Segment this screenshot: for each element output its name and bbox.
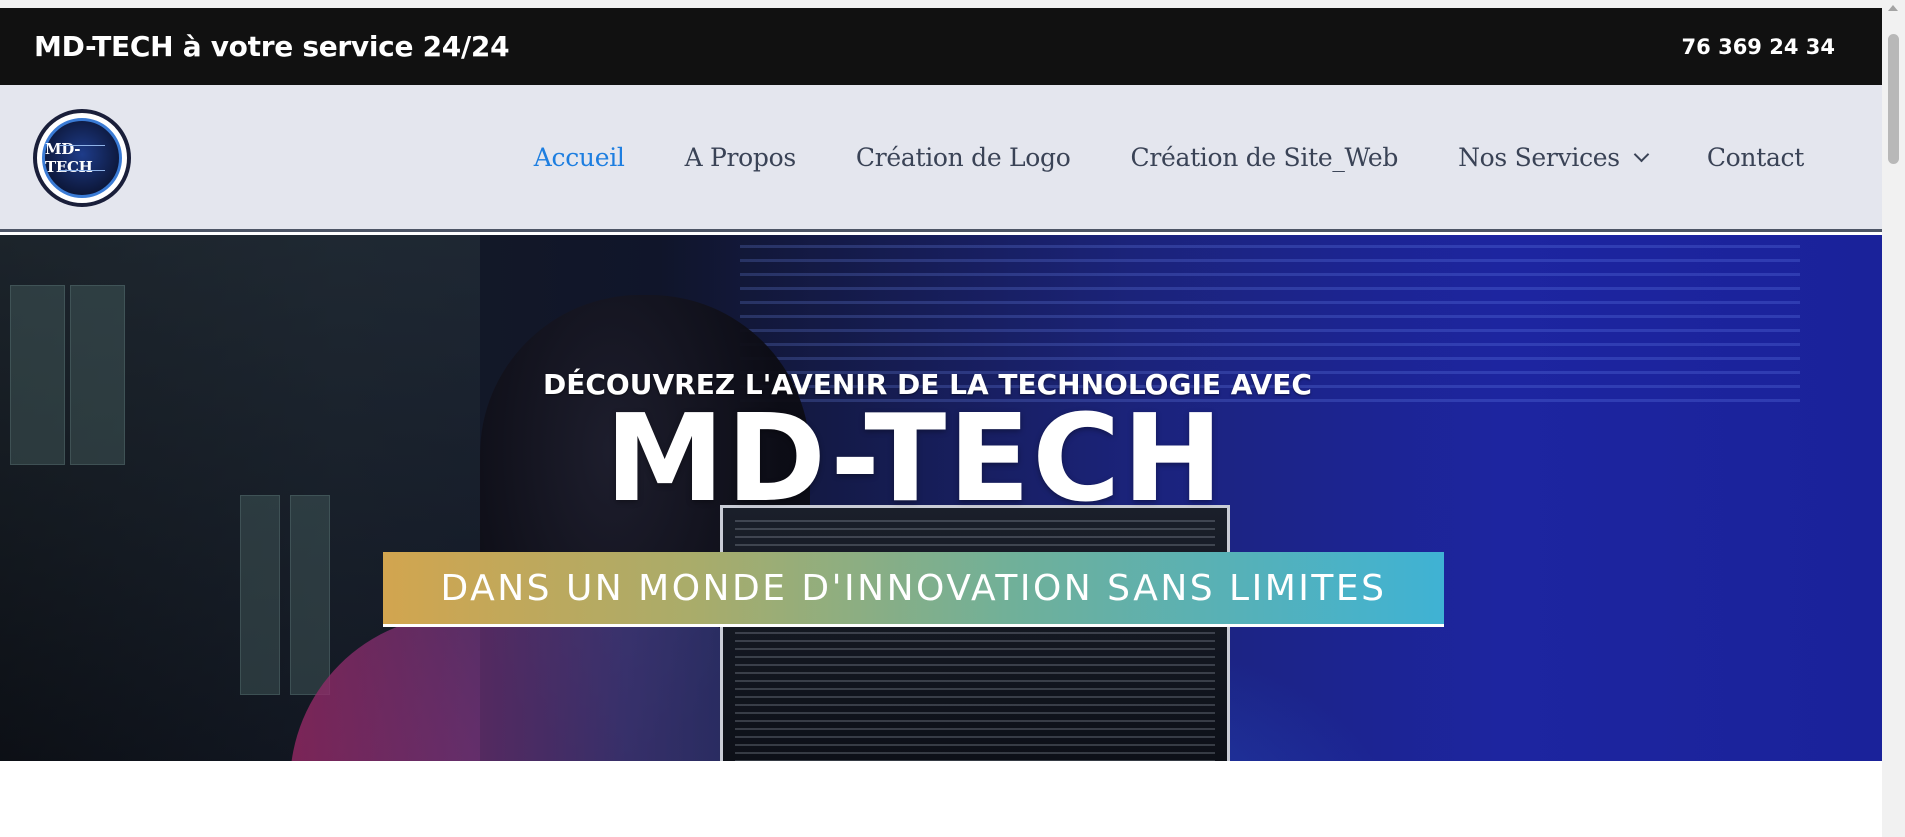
hero-banner: DANS UN MONDE D'INNOVATION SANS LIMITES [383, 552, 1444, 627]
scrollbar-thumb[interactable] [1888, 34, 1899, 164]
hero-title: MD-TECH [605, 390, 1225, 529]
scrollbar[interactable] [1882, 0, 1905, 837]
hero-banner-text: DANS UN MONDE D'INNOVATION SANS LIMITES [440, 567, 1387, 609]
page: MD-TECH à votre service 24/24 76 369 24 … [0, 0, 1905, 837]
scroll-up-icon[interactable] [1888, 5, 1898, 11]
hero-text-layer: DÉCOUVREZ L'AVENIR DE LA TECHNOLOGIE AVE… [0, 0, 1905, 837]
